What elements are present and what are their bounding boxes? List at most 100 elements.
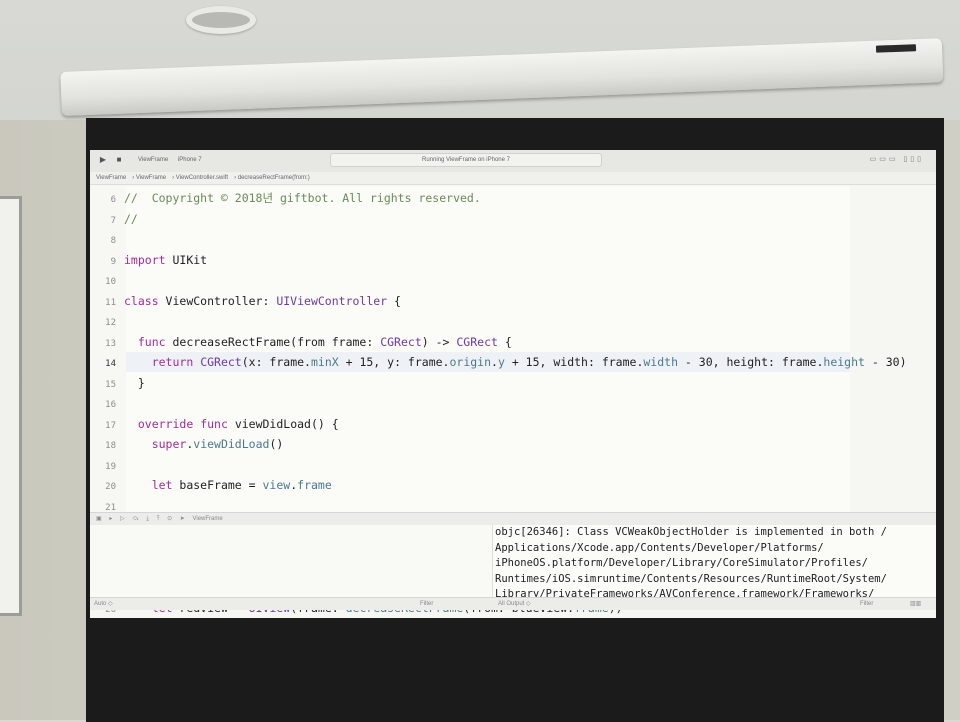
code-token: { [497, 334, 512, 349]
auto-selector[interactable]: Auto ◇ [94, 598, 113, 610]
run-icon[interactable]: ▶ [98, 155, 108, 165]
activity-status: Running ViewFrame on iPhone 7 [330, 153, 602, 167]
debug-target-label: ViewFrame [192, 516, 223, 522]
code-line[interactable]: 20 let baseFrame = view.frame [90, 475, 332, 495]
code-token: CGRect [380, 334, 422, 349]
output-selector[interactable]: All Output ◇ [498, 598, 531, 610]
code-line[interactable]: 17 override func viewDidLoad() { [90, 414, 339, 434]
view-debugger-icon[interactable]: ⊙ [167, 516, 172, 522]
code-line[interactable]: 15 } [90, 373, 145, 393]
jump-bar-crumb[interactable]: › ViewFrame [132, 175, 166, 181]
code-token: func [137, 334, 166, 349]
variables-filter[interactable]: Filter [420, 598, 433, 610]
line-number: 10 [105, 277, 116, 287]
code-token: return [151, 355, 194, 369]
jump-bar-crumb[interactable]: › ViewController.swift [172, 175, 228, 181]
console-line: Applications/Xcode.app/Contents/Develope… [495, 541, 824, 554]
brand-logo [875, 44, 917, 53]
code-line[interactable]: 7 // [90, 209, 138, 229]
code-token: UIKit [165, 252, 208, 267]
code-token: viewDidLoad [193, 437, 270, 451]
code-token: view [262, 478, 291, 492]
code-token: // Copyright © 2018년 giftbot. All rights… [124, 191, 481, 205]
code-token: viewDidLoad() { [227, 416, 339, 431]
code-token: decreaseRectFrame(from frame: [165, 334, 381, 349]
code-line[interactable]: 16 [90, 393, 124, 413]
line-number: 16 [105, 400, 116, 410]
location-icon[interactable]: ➤ [180, 516, 185, 522]
trash-icon[interactable]: ▥▥ [910, 598, 921, 610]
jump-bar-crumb[interactable]: › decreaseRectFrame(from:) [234, 175, 310, 181]
code-token: origin [449, 355, 492, 369]
code-token: func [200, 416, 228, 431]
debug-bottom-bar: Auto ◇ Filter All Output ◇ Filter ▥▥ [90, 597, 936, 610]
jump-bar-crumb[interactable]: ViewFrame [96, 175, 126, 181]
code-token: . [491, 355, 498, 369]
code-token: override [137, 416, 194, 431]
debug-bar: ▣ ▸ ▷ ⤼ ⤓ ⤒ ⊙ ➤ ViewFrame [90, 512, 936, 526]
code-token: () [269, 437, 284, 451]
code-token: - 30, height: frame. [678, 355, 824, 369]
editor-mode-icons[interactable]: ▭▭▭ ▯▯▯ [870, 155, 924, 163]
continue-icon[interactable]: ▷ [120, 516, 125, 522]
code-line[interactable]: 11 class ViewController: UIViewController… [90, 291, 401, 311]
code-line[interactable]: 8 [90, 229, 124, 249]
line-number: 17 [105, 420, 116, 431]
code-line[interactable]: 6 // Copyright © 2018년 giftbot. All right… [90, 188, 481, 208]
code-line[interactable]: 13 func decreaseRectFrame(from frame: CG… [90, 332, 512, 352]
code-token: class [124, 293, 159, 308]
code-line[interactable]: 9 import UIKit [90, 250, 208, 270]
console-line: Library/PrivateFrameworks/AVConference.f… [495, 588, 875, 597]
jump-bar[interactable]: ViewFrame › ViewFrame › ViewController.swi… [90, 172, 936, 185]
step-in-icon[interactable]: ⤓ [146, 516, 149, 522]
source-editor[interactable]: 6 // Copyright © 2018년 giftbot. All right… [90, 186, 907, 615]
line-number: 15 [105, 379, 116, 390]
code-line[interactable]: 12 [90, 311, 124, 331]
code-token: (x: frame. [241, 355, 311, 369]
projector-screen-housing [60, 38, 944, 116]
step-over-icon[interactable]: ⤼ [132, 516, 138, 522]
line-number: 12 [105, 318, 116, 328]
console-line: iPhoneOS.platform/Developer/Library/Core… [495, 557, 868, 569]
scheme-name: ViewFrame [138, 157, 169, 163]
step-out-icon[interactable]: ⤒ [157, 516, 160, 522]
hide-debug-icon[interactable]: ▣ [96, 516, 102, 522]
line-number: 7 [110, 215, 116, 226]
code-token: minX [310, 355, 339, 369]
code-line[interactable]: 19 [90, 455, 124, 475]
stop-icon[interactable]: ■ [114, 155, 124, 165]
breakpoints-icon[interactable]: ▸ [109, 516, 112, 522]
code-token: height [823, 355, 865, 369]
line-number: 18 [105, 441, 116, 451]
line-number: 9 [110, 256, 116, 267]
device-name: iPhone 7 [177, 157, 202, 163]
code-token: UIViewController [276, 293, 388, 308]
code-token: ViewController: [158, 293, 277, 308]
code-token: width [643, 355, 678, 369]
console-filter[interactable]: Filter [860, 598, 873, 610]
code-line[interactable]: 10 [90, 270, 124, 290]
code-token: CGRect [456, 334, 498, 349]
code-token: baseFrame = [172, 478, 263, 492]
code-token: + 15, width: frame. [504, 355, 644, 369]
ceiling-light [186, 6, 256, 34]
console-output[interactable]: objc[26346]: Class VCWeakObjectHolder is… [493, 525, 936, 597]
code-token: // [124, 211, 138, 226]
variables-view[interactable] [90, 525, 493, 605]
code-token: ) -> [421, 334, 457, 349]
code-line[interactable]: 14 return CGRect(x: frame.minX + 15, y: … [90, 352, 906, 372]
code-token: import [124, 252, 166, 267]
whiteboard-edge [0, 196, 22, 616]
code-token: CGRect [200, 355, 242, 369]
line-number: 14 [105, 359, 116, 369]
code-token: super [151, 437, 187, 451]
scheme-selector[interactable]: ViewFrame iPhone 7 [138, 154, 210, 166]
line-number: 13 [105, 338, 116, 349]
code-line[interactable]: 18 super.viewDidLoad() [90, 434, 283, 454]
line-number: 11 [105, 297, 116, 308]
